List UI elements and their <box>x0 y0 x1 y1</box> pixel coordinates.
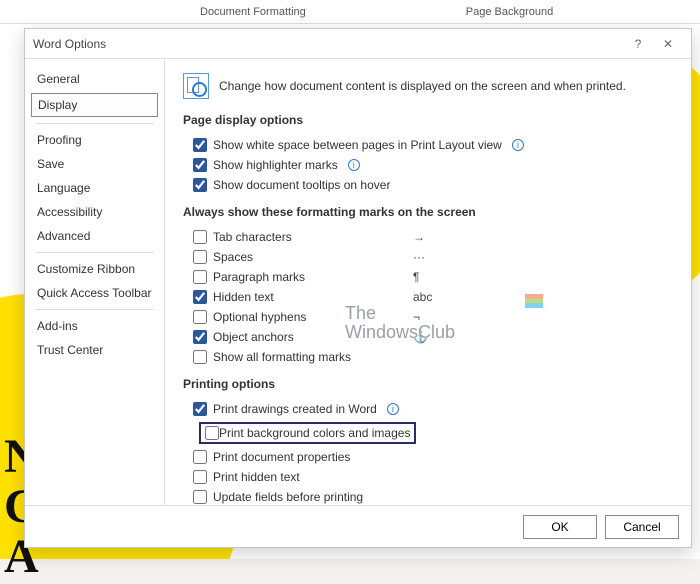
dialog-title: Word Options <box>33 37 623 51</box>
highlighted-option: Print background colors and images <box>199 422 416 444</box>
option-label: Hidden text <box>213 290 274 304</box>
formatting-mark-symbol: ¶ <box>413 270 443 284</box>
sidebar-item-trust-center[interactable]: Trust Center <box>25 338 164 362</box>
ribbon: Document Formatting Page Background <box>0 0 700 24</box>
option-label: Show all formatting marks <box>213 350 351 364</box>
option-label: Paragraph marks <box>213 270 305 284</box>
option-row: Print drawings created in Word i <box>183 399 673 419</box>
option-label: Print document properties <box>213 450 350 464</box>
option-label: Show white space between pages in Print … <box>213 138 502 152</box>
sidebar-separator <box>35 252 154 253</box>
option-label: Tab characters <box>213 230 292 244</box>
sidebar-item-quick-access-toolbar[interactable]: Quick Access Toolbar <box>25 281 164 305</box>
sidebar-item-language[interactable]: Language <box>25 176 164 200</box>
sidebar-item-accessibility[interactable]: Accessibility <box>25 200 164 224</box>
formatting-mark-symbol: ··· <box>413 250 443 264</box>
option-row: Paragraph marks ¶ <box>183 267 673 287</box>
option-checkbox[interactable] <box>193 250 207 264</box>
formatting-mark-symbol: abc <box>413 290 443 304</box>
info-icon[interactable]: i <box>512 139 524 151</box>
option-row: Show highlighter marks i <box>183 155 673 175</box>
option-row: Show document tooltips on hover <box>183 175 673 195</box>
option-row: Spaces ··· <box>183 247 673 267</box>
option-row: Tab characters → <box>183 227 673 247</box>
intro-row: Change how document content is displayed… <box>183 73 673 99</box>
dialog-footer: OK Cancel <box>25 505 691 547</box>
sidebar-separator <box>35 309 154 310</box>
sidebar-item-general[interactable]: General <box>25 67 164 91</box>
option-checkbox[interactable] <box>193 270 207 284</box>
option-label: Object anchors <box>213 330 294 344</box>
word-options-dialog: Word Options ? ✕ GeneralDisplayProofingS… <box>24 28 692 548</box>
option-row: Show white space between pages in Print … <box>183 135 673 155</box>
formatting-mark-symbol: ¬ <box>413 310 443 324</box>
sidebar-item-display[interactable]: Display <box>31 93 158 117</box>
option-row: Optional hyphens ¬ <box>183 307 673 327</box>
options-content-display: Change how document content is displayed… <box>165 59 691 505</box>
intro-text: Change how document content is displayed… <box>219 79 626 93</box>
section-title: Always show these formatting marks on th… <box>183 205 673 219</box>
option-checkbox[interactable] <box>193 402 207 416</box>
info-icon[interactable]: i <box>348 159 360 171</box>
option-row: Print background colors and images <box>183 419 673 447</box>
sidebar-item-advanced[interactable]: Advanced <box>25 224 164 248</box>
ribbon-group-label: Document Formatting <box>200 6 306 18</box>
help-button[interactable]: ? <box>623 37 653 51</box>
cancel-button[interactable]: Cancel <box>605 515 679 539</box>
option-label: Print background colors and images <box>219 426 410 440</box>
sidebar-separator <box>35 123 154 124</box>
option-row: Show all formatting marks <box>183 347 673 367</box>
option-checkbox[interactable] <box>193 178 207 192</box>
option-label: Show document tooltips on hover <box>213 178 390 192</box>
ok-button[interactable]: OK <box>523 515 597 539</box>
option-label: Show highlighter marks <box>213 158 338 172</box>
option-label: Update fields before printing <box>213 490 363 504</box>
option-checkbox[interactable] <box>193 470 207 484</box>
sidebar-item-proofing[interactable]: Proofing <box>25 128 164 152</box>
dialog-titlebar: Word Options ? ✕ <box>25 29 691 59</box>
formatting-mark-symbol: → <box>413 230 443 244</box>
option-checkbox[interactable] <box>193 490 207 504</box>
options-sidebar: GeneralDisplay ProofingSaveLanguageAccess… <box>25 59 165 505</box>
option-checkbox[interactable] <box>193 290 207 304</box>
ribbon-group-label: Page Background <box>466 6 553 18</box>
option-checkbox[interactable] <box>193 350 207 364</box>
formatting-mark-symbol: ⚓ <box>413 330 443 344</box>
sidebar-item-customize-ribbon[interactable]: Customize Ribbon <box>25 257 164 281</box>
sidebar-item-add-ins[interactable]: Add-ins <box>25 314 164 338</box>
option-checkbox[interactable] <box>193 330 207 344</box>
close-button[interactable]: ✕ <box>653 37 683 51</box>
option-checkbox[interactable] <box>193 138 207 152</box>
option-checkbox[interactable] <box>193 230 207 244</box>
option-label: Print drawings created in Word <box>213 402 377 416</box>
option-checkbox[interactable] <box>193 158 207 172</box>
option-row: Update fields before printing <box>183 487 673 505</box>
info-icon[interactable]: i <box>387 403 399 415</box>
sidebar-item-save[interactable]: Save <box>25 152 164 176</box>
option-row: Object anchors ⚓ <box>183 327 673 347</box>
option-label: Optional hyphens <box>213 310 306 324</box>
option-row: Hidden text abc <box>183 287 673 307</box>
option-row: Print document properties <box>183 447 673 467</box>
display-options-icon <box>183 73 209 99</box>
section-title: Printing options <box>183 377 673 391</box>
option-checkbox[interactable] <box>193 310 207 324</box>
option-label: Print hidden text <box>213 470 300 484</box>
option-label: Spaces <box>213 250 253 264</box>
option-row: Print hidden text <box>183 467 673 487</box>
option-checkbox[interactable] <box>205 426 219 440</box>
option-checkbox[interactable] <box>193 450 207 464</box>
section-title: Page display options <box>183 113 673 127</box>
